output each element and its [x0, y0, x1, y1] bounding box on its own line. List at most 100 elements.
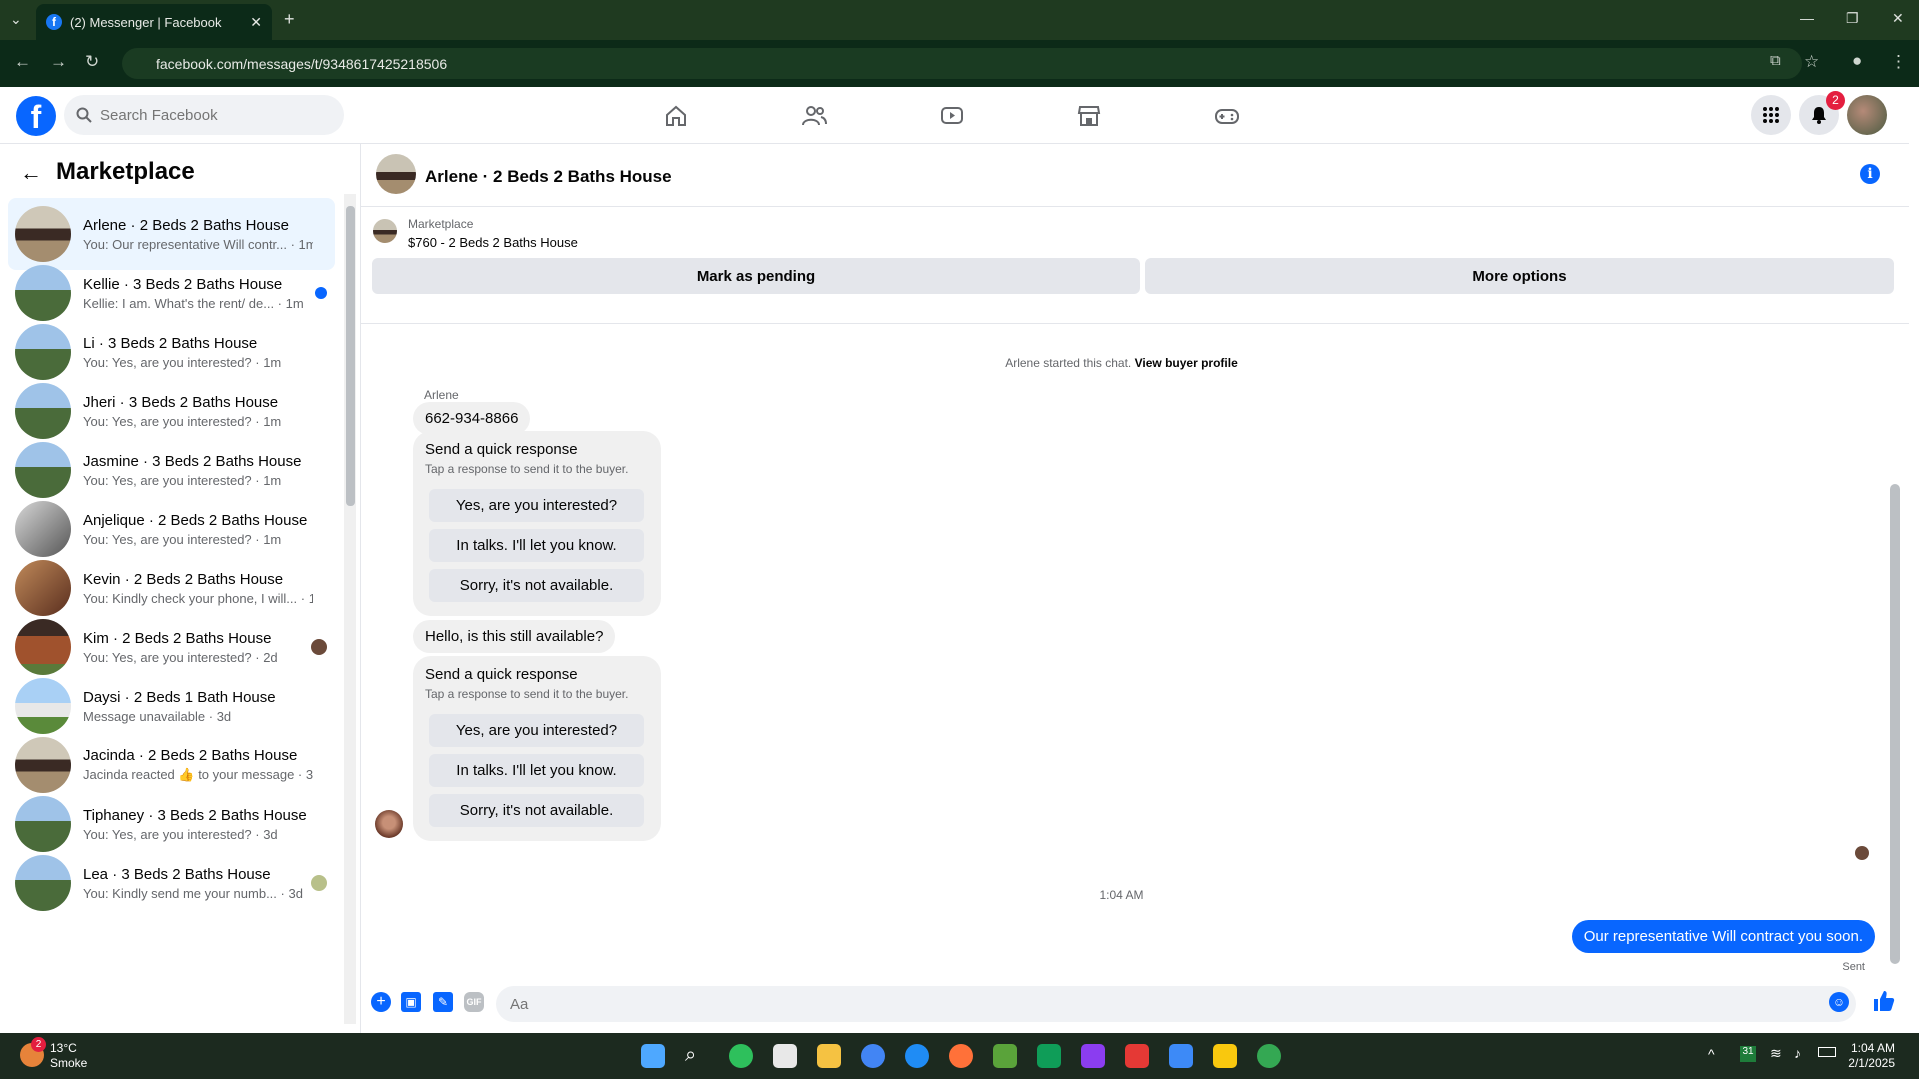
quick-reply-button[interactable]: In talks. I'll let you know. — [429, 529, 644, 562]
clock-date: 2/1/2025 — [1848, 1056, 1895, 1070]
browser-tab[interactable]: f (2) Messenger | Facebook ✕ — [36, 4, 272, 40]
sender-avatar[interactable] — [375, 810, 403, 838]
gif-icon[interactable]: GIF — [464, 992, 484, 1012]
chat-avatar[interactable] — [376, 154, 416, 194]
new-tab-icon[interactable]: + — [284, 9, 295, 30]
install-icon[interactable]: ⧉ — [1770, 52, 1781, 69]
minimize-icon[interactable]: — — [1800, 10, 1814, 26]
edge-icon[interactable] — [905, 1044, 929, 1068]
search-input[interactable] — [100, 106, 320, 124]
mark-pending-button[interactable]: Mark as pending — [372, 258, 1140, 294]
tab-search-icon[interactable]: ⌄ — [10, 11, 22, 28]
conversation-avatar — [15, 265, 71, 321]
app-icon[interactable] — [1213, 1044, 1237, 1068]
gaming-icon[interactable] — [1207, 99, 1247, 133]
conversation-name: Jheri · 3 Beds 2 Baths House — [83, 393, 279, 411]
forward-icon[interactable]: → — [50, 52, 67, 72]
conversation-preview: You: Yes, are you interested? · 1m — [83, 413, 282, 429]
photo-icon[interactable]: ▣ — [401, 992, 421, 1012]
firefox-icon[interactable] — [949, 1044, 973, 1068]
battery-icon[interactable] — [1818, 1047, 1836, 1057]
menu-grid-icon[interactable] — [1751, 95, 1791, 135]
start-icon[interactable] — [641, 1044, 665, 1068]
info-icon[interactable]: i — [1860, 164, 1880, 184]
view-buyer-profile-link[interactable]: View buyer profile — [1135, 356, 1238, 370]
conversation-preview: You: Yes, are you interested? · 1m — [83, 472, 282, 488]
conversation-item[interactable]: Lea · 3 Beds 2 Baths House You: Kindly se… — [8, 847, 335, 919]
whatsapp-icon[interactable] — [729, 1044, 753, 1068]
my-message-bubble: Our representative Will contract you soo… — [1571, 920, 1875, 953]
quick-reply-button[interactable]: Yes, are you interested? — [429, 714, 644, 747]
weather-widget[interactable]: 13°C Smoke — [50, 1041, 87, 1071]
conversation-name: Li · 3 Beds 2 Baths House — [83, 334, 258, 352]
close-window-icon[interactable]: ✕ — [1892, 10, 1904, 27]
chat-title[interactable]: Arlene · 2 Beds 2 Baths House — [425, 167, 672, 187]
plus-icon[interactable]: + — [371, 992, 391, 1012]
chrome-icon[interactable] — [861, 1044, 885, 1068]
conversation-preview: Message unavailable · 3d — [83, 708, 232, 724]
home-icon[interactable] — [656, 99, 696, 133]
conversation-text: Kellie · 3 Beds 2 Baths House Kellie: I a… — [83, 276, 313, 311]
back-icon[interactable]: ← — [14, 52, 31, 72]
sticker-icon[interactable]: ✎ — [433, 992, 453, 1012]
conversation-text: Jheri · 3 Beds 2 Baths House You: Yes, ar… — [83, 394, 313, 429]
facebook-favicon-icon: f — [46, 14, 62, 30]
tab-title: (2) Messenger | Facebook — [70, 14, 222, 30]
conversation-name: Arlene · 2 Beds 2 Baths House — [83, 216, 289, 234]
emoji-icon[interactable]: ☺ — [1829, 992, 1849, 1012]
app-icon[interactable] — [1037, 1044, 1061, 1068]
bookmark-star-icon[interactable]: ☆ — [1804, 52, 1819, 72]
wifi-icon[interactable]: ≋ — [1770, 1045, 1782, 1062]
sidebar-scroll-thumb[interactable] — [346, 206, 355, 506]
quick-reply-button[interactable]: Sorry, it's not available. — [429, 569, 644, 602]
friends-icon[interactable] — [794, 99, 834, 133]
quick-reply-button[interactable]: In talks. I'll let you know. — [429, 754, 644, 787]
tray-chevron-icon[interactable]: ^ — [1708, 1046, 1715, 1062]
clock[interactable]: 1:04 AM 2/1/2025 — [1848, 1041, 1895, 1071]
chrome-icon[interactable] — [1257, 1044, 1281, 1068]
back-arrow-icon[interactable]: ← — [20, 160, 42, 186]
app-icon[interactable] — [773, 1044, 797, 1068]
conversation-text: Arlene · 2 Beds 2 Baths House You: Our re… — [83, 217, 313, 252]
listing-title[interactable]: $760 - 2 Beds 2 Baths House — [408, 235, 578, 250]
sent-status: Sent — [1842, 961, 1865, 973]
chat-scroll-thumb[interactable] — [1890, 484, 1900, 964]
watch-icon[interactable] — [932, 99, 972, 133]
quick-reply-button[interactable]: Yes, are you interested? — [429, 489, 644, 522]
browser-menu-icon[interactable]: ⋮ — [1890, 52, 1907, 72]
reload-icon[interactable]: ↻ — [85, 52, 99, 72]
conversation-text: Jasmine · 3 Beds 2 Baths House You: Yes, … — [83, 453, 313, 488]
app-icon[interactable] — [993, 1044, 1017, 1068]
facebook-logo-icon[interactable]: f — [16, 96, 56, 136]
restore-icon[interactable]: ❐ — [1846, 10, 1859, 27]
windows-taskbar: 2 13°C Smoke ⌕ ^ 31 ≋ ♪ 1:04 AM 2/1/2025 — [0, 1033, 1919, 1079]
url-field[interactable]: facebook.com/messages/t/9348617425218506 — [122, 48, 1802, 79]
calendar-tray-icon[interactable]: 31 — [1740, 1046, 1756, 1062]
search-box[interactable] — [64, 95, 344, 135]
conversation-avatar — [15, 442, 71, 498]
seen-avatar — [311, 875, 327, 891]
sidebar-title: Marketplace — [56, 158, 195, 185]
quick-response-title: Send a quick response — [425, 666, 578, 683]
notepad-icon[interactable] — [1169, 1044, 1193, 1068]
conversation-preview: Kellie: I am. What's the rent/ de... · 1… — [83, 295, 304, 311]
close-tab-icon[interactable]: ✕ — [250, 14, 262, 31]
volume-icon[interactable]: ♪ — [1794, 1045, 1801, 1061]
conversation-avatar — [15, 678, 71, 734]
quick-reply-button[interactable]: Sorry, it's not available. — [429, 794, 644, 827]
like-thumb-icon[interactable] — [1871, 988, 1897, 1014]
app-icon[interactable] — [1125, 1044, 1149, 1068]
app-icon[interactable] — [1081, 1044, 1105, 1068]
more-options-button[interactable]: More options — [1145, 258, 1894, 294]
account-avatar[interactable] — [1847, 95, 1887, 135]
conversation-text: Jacinda · 2 Beds 2 Baths House Jacinda re… — [83, 747, 313, 783]
sender-name: Arlene — [424, 388, 459, 402]
taskbar-search-icon[interactable]: ⌕ — [685, 1044, 709, 1068]
message-input[interactable] — [496, 986, 1856, 1022]
marketplace-icon[interactable] — [1069, 99, 1109, 133]
started-text: Arlene started this chat. — [1005, 356, 1132, 370]
file-explorer-icon[interactable] — [817, 1044, 841, 1068]
listing-thumbnail[interactable] — [373, 219, 397, 243]
chat-header: Arlene · 2 Beds 2 Baths House i — [361, 144, 1909, 207]
profile-icon[interactable]: ● — [1852, 51, 1862, 71]
